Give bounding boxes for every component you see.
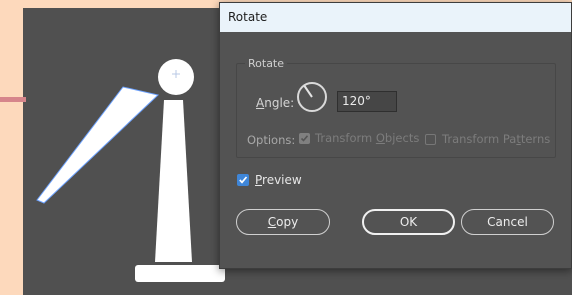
transform-objects-label: Transform Objects bbox=[315, 131, 420, 145]
copy-button[interactable]: Copy bbox=[236, 209, 330, 235]
angle-label: Angle: bbox=[256, 96, 295, 110]
cancel-button[interactable]: Cancel bbox=[461, 209, 554, 235]
rotation-dial-icon[interactable] bbox=[297, 82, 327, 112]
checkmark-icon bbox=[300, 135, 309, 142]
preview-checkbox[interactable] bbox=[237, 174, 249, 186]
transform-patterns-label: Transform Patterns bbox=[442, 132, 551, 146]
preview-label[interactable]: Preview bbox=[255, 173, 302, 187]
lamp-stem-shape bbox=[155, 100, 192, 262]
lamp-arm-shape bbox=[36, 86, 160, 204]
rotate-group-label: Rotate bbox=[245, 57, 288, 70]
options-label: Options: bbox=[247, 133, 296, 147]
transform-patterns-checkbox[interactable] bbox=[425, 134, 436, 145]
dialog-title[interactable]: Rotate bbox=[220, 3, 571, 32]
transform-objects-checkbox[interactable] bbox=[299, 133, 310, 144]
rotate-dialog: Rotate Rotate Angle: 120° Options: Trans… bbox=[219, 2, 572, 269]
ok-button[interactable]: OK bbox=[362, 209, 455, 235]
checkmark-icon bbox=[239, 176, 248, 184]
lamp-base-shape bbox=[135, 265, 225, 282]
angle-input[interactable]: 120° bbox=[337, 91, 397, 112]
